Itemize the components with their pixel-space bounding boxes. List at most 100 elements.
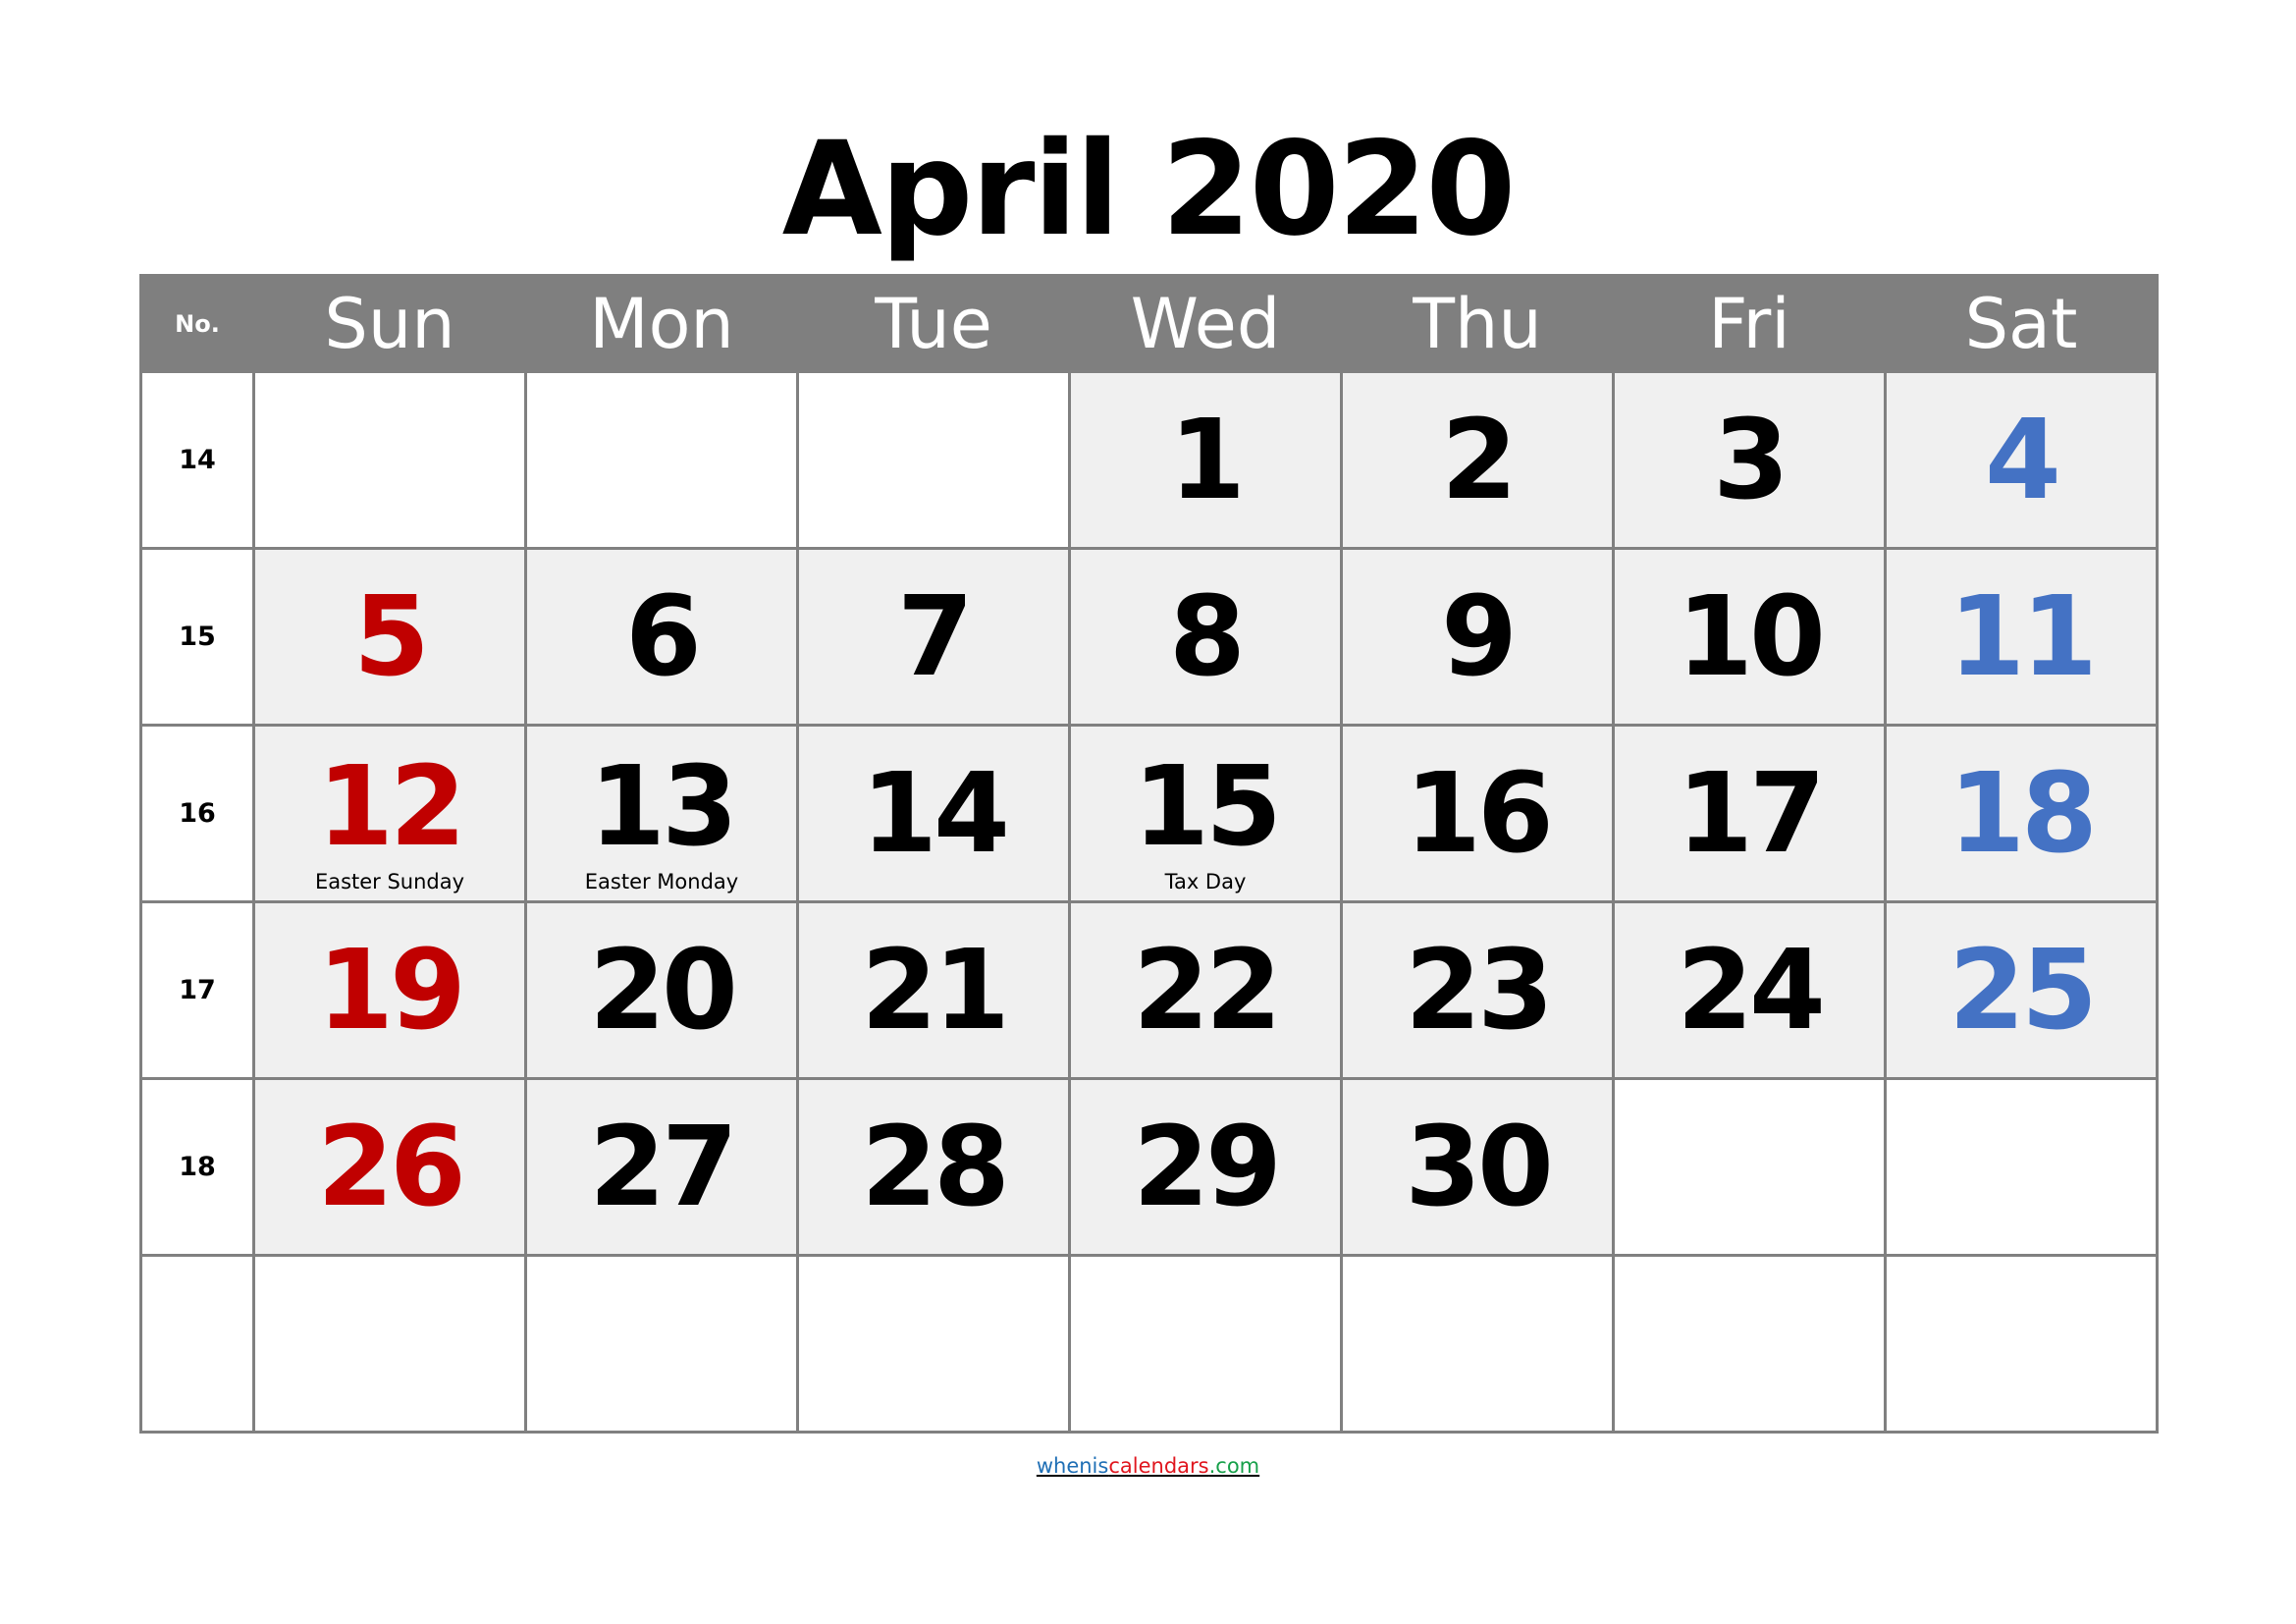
week-number: 16 (139, 724, 255, 903)
holiday-label: Tax Day (1164, 870, 1247, 893)
day-number: 19 (317, 926, 466, 1055)
day-cell-mon[interactable]: 27 (524, 1077, 799, 1257)
day-cell-mon[interactable]: 13 Easter Monday (524, 724, 799, 903)
day-cell-wed[interactable]: 29 (1068, 1077, 1343, 1257)
day-number: 8 (1169, 572, 1246, 701)
day-number: 9 (1441, 572, 1518, 701)
day-cell-sat[interactable]: 4 (1884, 370, 2159, 550)
day-number: 28 (861, 1103, 1010, 1231)
day-cell-fri[interactable] (1612, 1077, 1887, 1257)
day-cell-fri[interactable] (1612, 1254, 1887, 1434)
day-number: 2 (1441, 396, 1518, 524)
weekday-header-sat: Sat (1884, 274, 2159, 373)
day-number: 22 (1133, 926, 1282, 1055)
calendar-title: April 2020 (781, 114, 1517, 265)
website-link-part-whenis: whenis (1036, 1454, 1109, 1478)
week-row (139, 1254, 2159, 1434)
day-cell-tue[interactable]: 7 (796, 547, 1071, 727)
day-cell-fri[interactable]: 3 (1612, 370, 1887, 550)
week-row: 14 1 2 3 4 (139, 370, 2159, 550)
day-cell-tue[interactable]: 28 (796, 1077, 1071, 1257)
weekday-header-thu: Thu (1340, 274, 1615, 373)
day-cell-sat[interactable]: 25 (1884, 900, 2159, 1080)
day-cell-sat[interactable]: 11 (1884, 547, 2159, 727)
day-number: 10 (1677, 572, 1826, 701)
day-cell-sun[interactable]: 5 (252, 547, 527, 727)
day-number: 5 (353, 572, 430, 701)
day-cell-fri[interactable]: 10 (1612, 547, 1887, 727)
week-row: 18 26 27 28 29 30 (139, 1077, 2159, 1257)
day-cell-sun[interactable] (252, 370, 527, 550)
day-number: 25 (1949, 926, 2098, 1055)
day-cell-sun[interactable] (252, 1254, 527, 1434)
weekday-header-wed: Wed (1068, 274, 1343, 373)
day-number: 17 (1677, 749, 1826, 878)
week-row: 15 5 6 7 8 9 10 11 (139, 547, 2159, 727)
day-cell-sat[interactable]: 18 (1884, 724, 2159, 903)
day-cell-sat[interactable] (1884, 1077, 2159, 1257)
holiday-label: Easter Sunday (314, 870, 465, 893)
day-number: 7 (897, 572, 974, 701)
weekday-header-row: No. Sun Mon Tue Wed Thu Fri Sat (139, 274, 2159, 373)
week-number: 15 (139, 547, 255, 727)
day-cell-wed[interactable]: 1 (1068, 370, 1343, 550)
day-cell-sun[interactable]: 12 Easter Sunday (252, 724, 527, 903)
calendar-grid: No. Sun Mon Tue Wed Thu Fri Sat 14 1 2 3 4 15… (139, 274, 2159, 1434)
week-row: 16 12 Easter Sunday 13 Easter Monday 14 15 Tax … (139, 724, 2159, 903)
holiday-label: Easter Monday (584, 870, 739, 893)
day-number: 21 (861, 926, 1010, 1055)
week-row: 17 19 20 21 22 23 24 25 (139, 900, 2159, 1080)
day-number: 20 (589, 926, 738, 1055)
day-number: 12 (317, 743, 466, 871)
website-link-part-calendars: calendars (1108, 1454, 1209, 1478)
day-cell-tue[interactable] (796, 370, 1071, 550)
day-cell-thu[interactable]: 16 (1340, 724, 1615, 903)
week-number-header: No. (139, 274, 255, 373)
day-cell-mon[interactable] (524, 1254, 799, 1434)
day-number: 13 (589, 743, 738, 871)
website-link[interactable]: wheniscalendars.com (1037, 1454, 1259, 1478)
day-cell-sun[interactable]: 26 (252, 1077, 527, 1257)
day-cell-thu[interactable] (1340, 1254, 1615, 1434)
weekday-header-sun: Sun (252, 274, 527, 373)
day-cell-thu[interactable]: 23 (1340, 900, 1615, 1080)
day-number: 23 (1405, 926, 1554, 1055)
day-number: 11 (1949, 572, 2098, 701)
weekday-header-tue: Tue (796, 274, 1071, 373)
day-cell-fri[interactable]: 24 (1612, 900, 1887, 1080)
day-cell-mon[interactable]: 20 (524, 900, 799, 1080)
day-number: 30 (1405, 1103, 1554, 1231)
calendar-body: 14 1 2 3 4 15 5 6 7 8 9 10 11 16 12 Easter Sunday 13 East… (139, 370, 2159, 1434)
day-cell-sat[interactable] (1884, 1254, 2159, 1434)
weekday-header-fri: Fri (1612, 274, 1887, 373)
day-cell-mon[interactable]: 6 (524, 547, 799, 727)
day-cell-wed[interactable]: 15 Tax Day (1068, 724, 1343, 903)
day-number: 1 (1169, 396, 1246, 524)
day-cell-tue[interactable]: 21 (796, 900, 1071, 1080)
day-cell-tue[interactable] (796, 1254, 1071, 1434)
day-number: 27 (589, 1103, 738, 1231)
week-number (139, 1254, 255, 1434)
week-number: 18 (139, 1077, 255, 1257)
week-number: 17 (139, 900, 255, 1080)
day-cell-fri[interactable]: 17 (1612, 724, 1887, 903)
day-cell-tue[interactable]: 14 (796, 724, 1071, 903)
day-number: 4 (1985, 396, 2061, 524)
day-number: 16 (1405, 749, 1554, 878)
day-number: 6 (625, 572, 702, 701)
day-cell-wed[interactable] (1068, 1254, 1343, 1434)
day-number: 24 (1677, 926, 1826, 1055)
day-cell-sun[interactable]: 19 (252, 900, 527, 1080)
week-number: 14 (139, 370, 255, 550)
day-cell-wed[interactable]: 22 (1068, 900, 1343, 1080)
day-cell-thu[interactable]: 30 (1340, 1077, 1615, 1257)
day-number: 15 (1133, 743, 1282, 871)
footer: wheniscalendars.com (0, 1452, 2296, 1480)
website-link-part-com: .com (1208, 1454, 1260, 1478)
day-cell-thu[interactable]: 9 (1340, 547, 1615, 727)
day-number: 14 (861, 749, 1010, 878)
day-cell-mon[interactable] (524, 370, 799, 550)
day-number: 29 (1133, 1103, 1282, 1231)
day-cell-thu[interactable]: 2 (1340, 370, 1615, 550)
day-cell-wed[interactable]: 8 (1068, 547, 1343, 727)
